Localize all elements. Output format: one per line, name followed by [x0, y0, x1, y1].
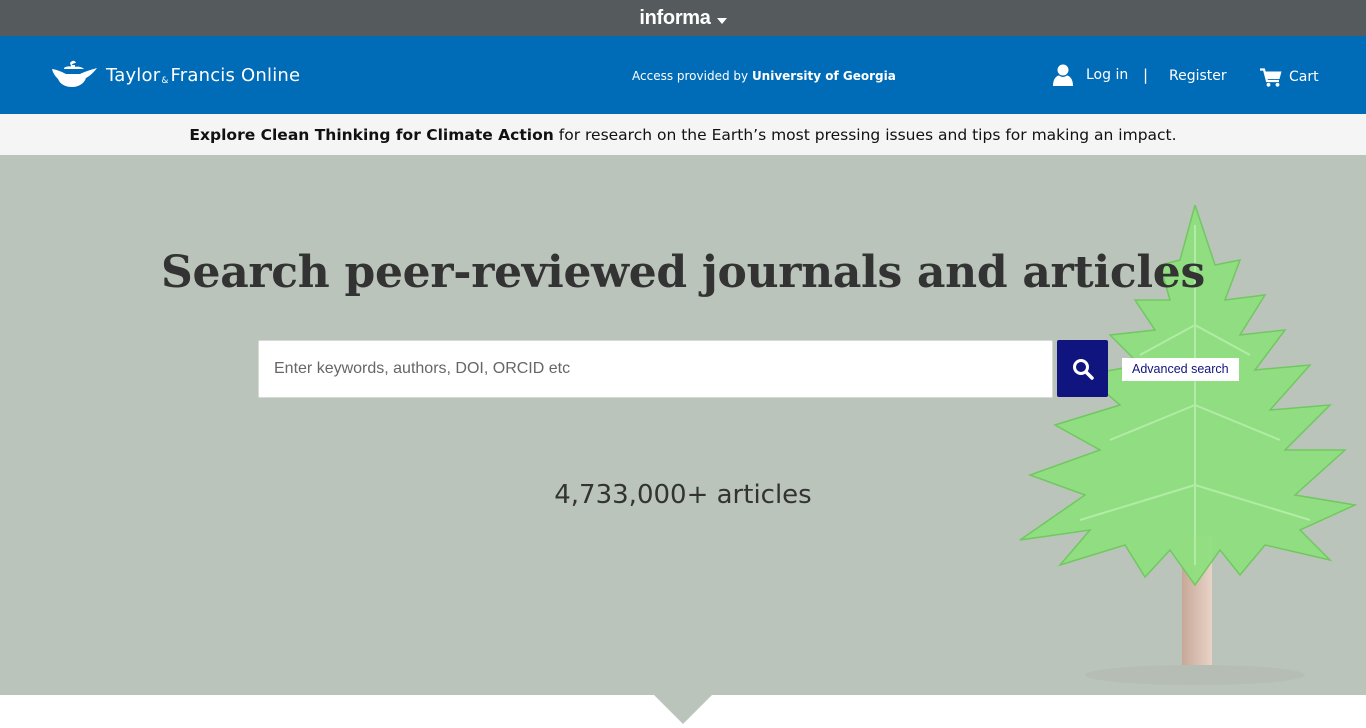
article-count: 4,733,000+ articles: [554, 480, 812, 510]
header-divider: |: [1143, 66, 1149, 84]
brand-name: Taylor& Francis Online: [106, 65, 300, 86]
register-link[interactable]: Register: [1169, 68, 1227, 84]
announcement-text: for research on the Earth’s most pressin…: [558, 125, 1177, 144]
informa-logo: informa: [639, 6, 711, 29]
search-input[interactable]: [258, 340, 1053, 398]
login-label: Log in: [1086, 67, 1129, 83]
brand-name-taylor: Taylor: [106, 64, 161, 86]
cart-label: Cart: [1289, 68, 1319, 85]
caret-down-icon: [716, 18, 727, 24]
search-button[interactable]: [1057, 340, 1108, 397]
access-info: Access provided by University of Georgia: [632, 69, 896, 83]
brand-logo-link[interactable]: Taylor& Francis Online: [50, 60, 300, 90]
hero-search-section: Search peer-reviewed journals and articl…: [0, 155, 1366, 695]
announcement-banner: Explore Clean Thinking for Climate Actio…: [0, 114, 1366, 155]
oil-lamp-icon: [52, 60, 97, 87]
cart-link[interactable]: Cart: [1260, 66, 1319, 87]
brand-name-francis: Francis Online: [170, 64, 301, 86]
login-link[interactable]: Log in: [1053, 64, 1128, 86]
access-institution: University of Georgia: [751, 69, 896, 83]
brand-name-amp: &: [161, 75, 169, 86]
search-icon: [1072, 358, 1094, 380]
cart-icon: [1260, 68, 1282, 87]
hero-title: Search peer-reviewed journals and articl…: [161, 247, 1205, 298]
section-pointer-arrow: [654, 695, 712, 724]
informa-menu-toggle[interactable]: informa: [639, 6, 727, 30]
advanced-search-link[interactable]: Advanced search: [1122, 358, 1239, 381]
informa-bar: informa: [0, 0, 1366, 36]
user-icon: [1053, 64, 1073, 86]
access-prefix: Access provided by: [632, 69, 749, 83]
climate-action-link[interactable]: Explore Clean Thinking for Climate Actio…: [189, 126, 553, 144]
site-header: Taylor& Francis Online Access provided by…: [0, 36, 1366, 114]
